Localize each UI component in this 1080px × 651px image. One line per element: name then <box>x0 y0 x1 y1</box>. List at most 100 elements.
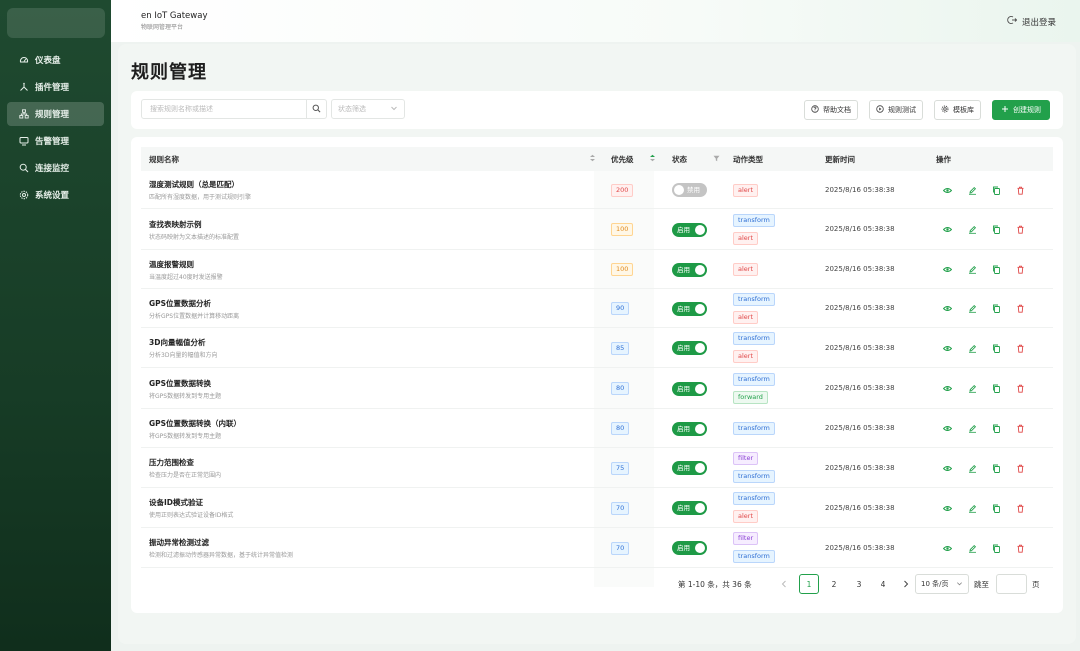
status-toggle[interactable]: 启用 <box>672 301 707 316</box>
sort-asc-icon[interactable] <box>649 154 656 164</box>
delete-icon[interactable] <box>1016 344 1025 353</box>
template-library-button[interactable]: 模板库 <box>934 100 981 120</box>
status-toggle[interactable]: 启用 <box>672 461 707 475</box>
status-toggle[interactable]: 启用 <box>672 222 707 237</box>
sidebar-item-0[interactable]: 仪表盘 <box>7 48 104 72</box>
delete-icon[interactable] <box>1016 544 1025 553</box>
priority-badge: 200 <box>611 183 634 197</box>
rule-name[interactable]: 压力范围检查 <box>149 457 194 468</box>
delete-icon[interactable] <box>1016 304 1025 313</box>
edit-icon[interactable] <box>968 344 977 353</box>
prev-page-button[interactable] <box>774 574 794 594</box>
edit-icon[interactable] <box>968 504 977 513</box>
delete-icon[interactable] <box>1016 464 1025 473</box>
page-button-1[interactable]: 1 <box>799 574 819 594</box>
delete-icon[interactable] <box>1016 265 1025 274</box>
delete-icon[interactable] <box>1016 225 1025 234</box>
copy-icon[interactable] <box>992 424 1001 433</box>
status-toggle[interactable]: 启用 <box>672 262 707 277</box>
copy-icon[interactable] <box>992 544 1001 553</box>
edit-icon[interactable] <box>968 464 977 473</box>
status-toggle[interactable]: 启用 <box>672 501 707 515</box>
status-toggle[interactable]: 启用 <box>672 421 707 436</box>
page-button-3[interactable]: 3 <box>849 574 869 594</box>
sidebar-item-label: 插件管理 <box>35 83 70 93</box>
edit-icon[interactable] <box>968 424 977 433</box>
page-button-4[interactable]: 4 <box>873 574 893 594</box>
sidebar-item-5[interactable]: 系统设置 <box>7 183 104 207</box>
view-icon[interactable] <box>942 304 953 313</box>
delete-icon[interactable] <box>1016 186 1025 195</box>
status-toggle[interactable]: 启用 <box>672 341 707 355</box>
action-tag-transform: transform <box>733 422 775 435</box>
action-tag-transform: transform <box>733 332 775 345</box>
filter-icon[interactable] <box>713 155 720 164</box>
create-rule-button[interactable]: 创建规则 <box>992 100 1050 120</box>
status-toggle[interactable]: 启用 <box>672 541 707 555</box>
edit-icon[interactable] <box>968 544 977 553</box>
header-ops: 操作 <box>936 154 951 164</box>
action-tag-transform: transform <box>733 372 775 386</box>
copy-icon[interactable] <box>992 225 1001 234</box>
rule-description: 使用正则表达式验证设备ID格式 <box>149 512 234 519</box>
status-toggle[interactable]: 禁用 <box>672 183 707 197</box>
edit-icon[interactable] <box>968 384 977 393</box>
delete-icon[interactable] <box>1016 504 1025 513</box>
rule-name[interactable]: GPS位置数据转换（内联） <box>149 418 241 429</box>
jump-page-input[interactable] <box>996 574 1027 594</box>
edit-icon[interactable] <box>968 265 977 274</box>
rule-name[interactable]: 查找表映射示例 <box>149 219 202 230</box>
delete-icon[interactable] <box>1016 424 1025 433</box>
view-icon[interactable] <box>942 544 953 553</box>
rule-name[interactable]: GPS位置数据转换 <box>149 378 211 389</box>
header-priority: 优先级 <box>611 154 634 164</box>
status-toggle-label: 启用 <box>677 344 690 352</box>
rule-name[interactable]: 温度报警规则 <box>149 259 194 270</box>
status-filter-select[interactable]: 状态筛选 <box>331 99 405 119</box>
priority-badge: 75 <box>611 461 630 475</box>
sidebar-item-3[interactable]: 告警管理 <box>7 129 104 153</box>
view-icon[interactable] <box>942 344 953 353</box>
sidebar-item-label: 系统设置 <box>35 191 70 201</box>
view-icon[interactable] <box>942 504 953 513</box>
edit-icon[interactable] <box>968 304 977 313</box>
page-button-2[interactable]: 2 <box>824 574 844 594</box>
edit-icon[interactable] <box>968 225 977 234</box>
search-button[interactable] <box>306 100 326 118</box>
view-icon[interactable] <box>942 225 953 234</box>
next-page-button[interactable] <box>896 574 916 594</box>
view-icon[interactable] <box>942 186 953 195</box>
edit-icon[interactable] <box>968 186 977 195</box>
copy-icon[interactable] <box>992 344 1001 353</box>
rule-description: 分析GPS位置数据并计算移动距离 <box>149 312 240 320</box>
help-button[interactable]: 帮助文档 <box>804 100 858 120</box>
view-icon[interactable] <box>942 424 953 433</box>
copy-icon[interactable] <box>992 464 1001 473</box>
view-icon[interactable] <box>942 464 953 473</box>
copy-icon[interactable] <box>992 304 1001 313</box>
page-size-select[interactable]: 10 条/页 <box>915 574 969 594</box>
sidebar-item-2[interactable]: 规则管理 <box>7 102 104 126</box>
logout-button[interactable]: 退出登录 <box>1007 15 1056 28</box>
pagination: 第 1-10 条，共 36 条 1234 10 条/页 跳至 页 <box>131 574 1063 594</box>
copy-icon[interactable] <box>992 384 1001 393</box>
sort-icon[interactable] <box>589 154 596 164</box>
view-icon[interactable] <box>942 384 953 393</box>
delete-icon[interactable] <box>1016 384 1025 393</box>
rule-name[interactable]: GPS位置数据分析 <box>149 298 211 309</box>
action-tag-alert: alert <box>733 350 759 363</box>
view-icon[interactable] <box>942 265 953 274</box>
copy-icon[interactable] <box>992 186 1001 195</box>
action-tag-alert: alert <box>733 183 759 197</box>
rule-name[interactable]: 湿度测试规则（总是匹配） <box>149 179 239 190</box>
sidebar-item-4[interactable]: 连接监控 <box>7 156 104 180</box>
sidebar-item-1[interactable]: 插件管理 <box>7 75 104 99</box>
status-toggle[interactable]: 启用 <box>672 381 707 396</box>
rule-name[interactable]: 3D向量幅值分析 <box>149 337 205 348</box>
copy-icon[interactable] <box>992 504 1001 513</box>
search-input[interactable] <box>142 100 306 118</box>
copy-icon[interactable] <box>992 265 1001 274</box>
rule-name[interactable]: 振动异常检测过滤 <box>149 537 209 548</box>
rule-test-button[interactable]: 规则测试 <box>869 100 923 120</box>
rule-name[interactable]: 设备ID模式验证 <box>149 497 203 508</box>
